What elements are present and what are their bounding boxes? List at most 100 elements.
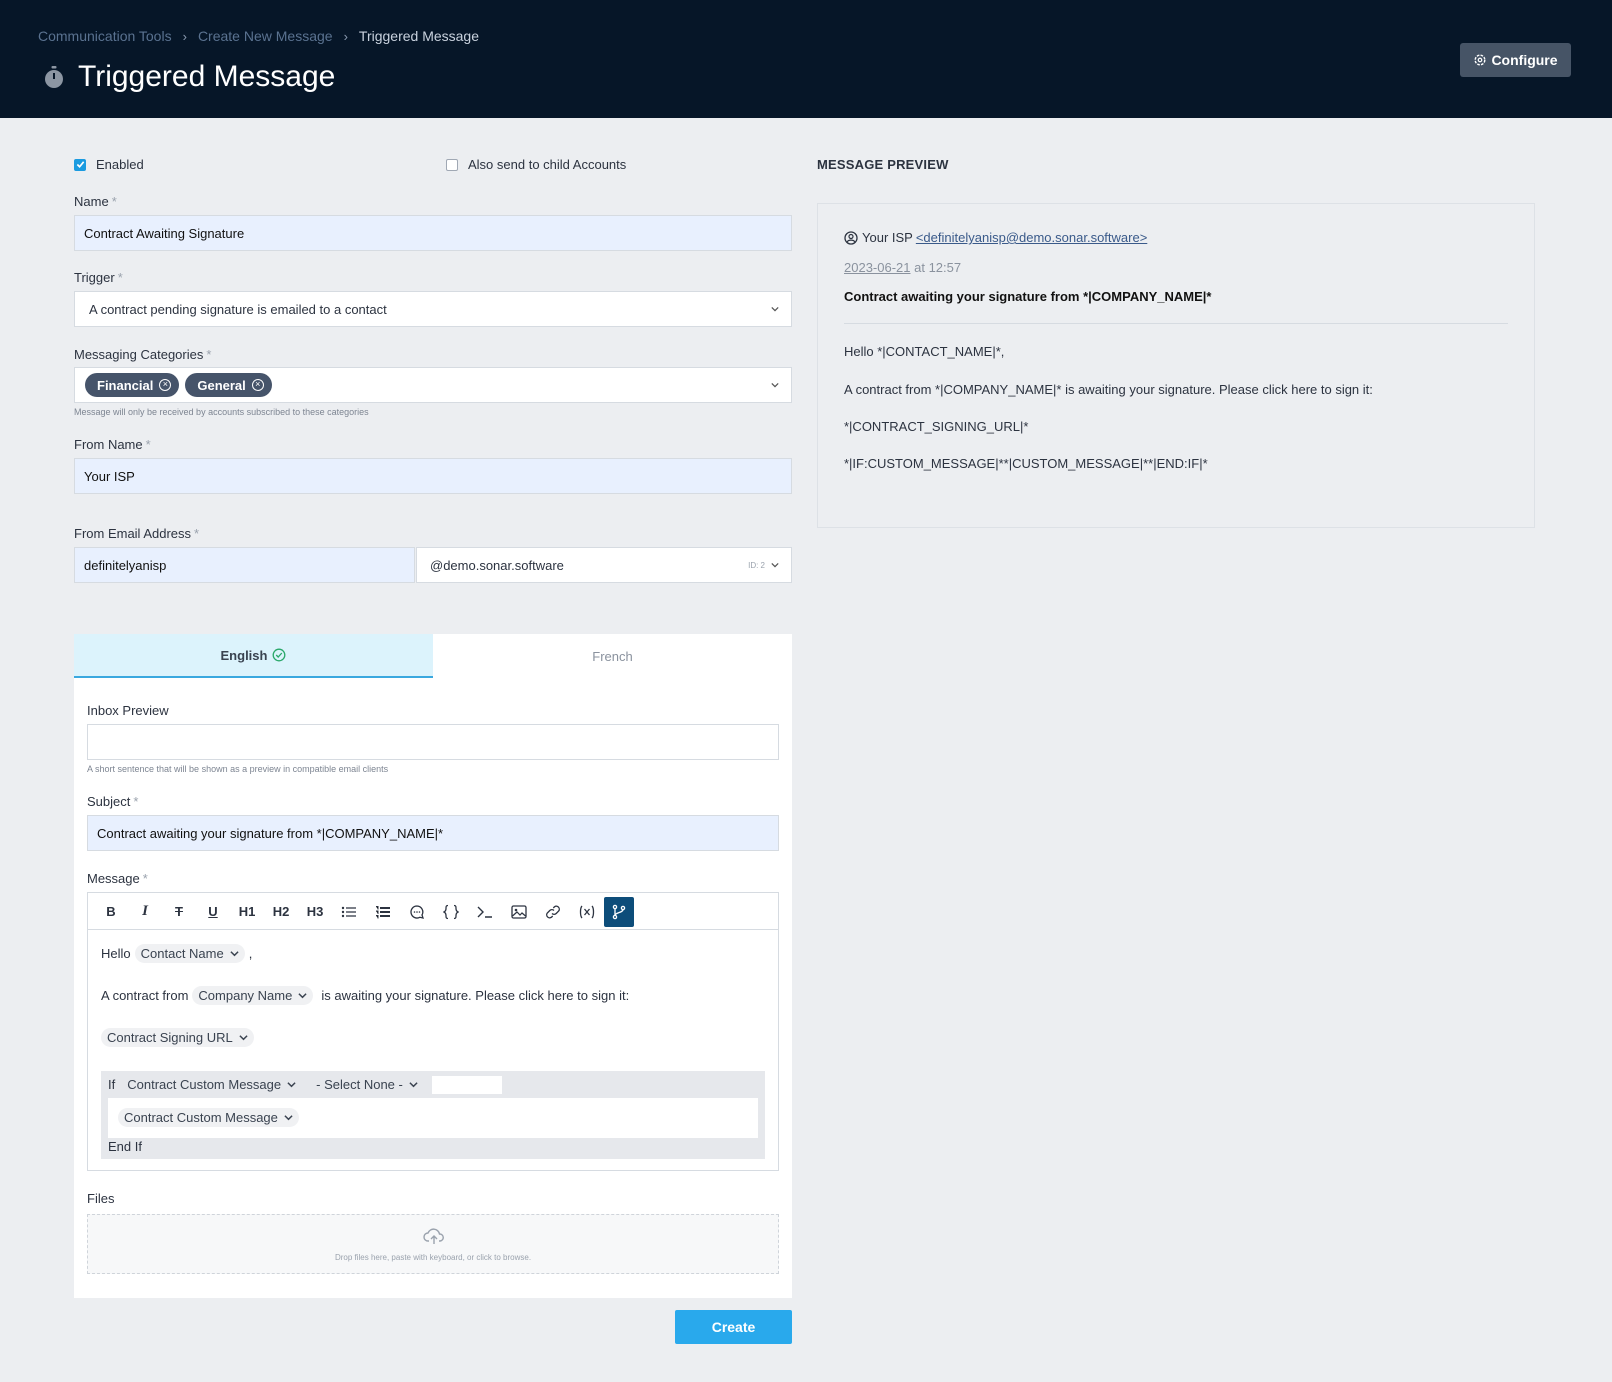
chevron-down-icon [771,562,779,568]
create-button[interactable]: Create [675,1310,792,1344]
custom-message-token[interactable]: Contract Custom Message [118,1108,299,1127]
contract-signing-url-token[interactable]: Contract Signing URL [101,1028,254,1047]
breadcrumb-link-create-new-message[interactable]: Create New Message [198,28,333,44]
link-button[interactable] [536,897,570,927]
from-email-local-input[interactable]: definitelyanisp [74,547,415,583]
close-icon[interactable]: × [159,379,172,391]
name-input[interactable]: Contract Awaiting Signature [74,215,792,251]
bullet-list-button[interactable] [332,897,366,927]
inline-code-button[interactable] [468,897,502,927]
domain-id-badge: ID: 2 [748,560,765,570]
child-accounts-label: Also send to child Accounts [468,157,627,172]
branch-icon [612,904,626,919]
ordered-list-icon [376,905,390,918]
file-dropzone[interactable]: Drop files here, paste with keyboard, or… [87,1214,779,1274]
trigger-select[interactable]: A contract pending signature is emailed … [74,291,792,327]
link-icon [546,905,560,918]
preview-from: Your ISP <definitelyanisp@demo.sonar.sof… [844,230,1147,245]
if-value-input[interactable] [431,1075,502,1094]
checkbox-unchecked [446,158,458,171]
inbox-preview-input[interactable] [87,724,779,760]
variable-icon [579,905,595,918]
from-email-domain-select[interactable]: @demo.sonar.software ID: 2 [416,547,792,583]
preview-datetime: 2023-06-21 at 12:57 [844,260,962,275]
preview-line: *|IF:CUSTOM_MESSAGE|**|CUSTOM_MESSAGE|**… [844,456,1208,471]
italic-button[interactable]: I [128,897,162,927]
enabled-checkbox[interactable]: Enabled [74,157,144,172]
enabled-label: Enabled [96,157,144,172]
if-variable-select[interactable]: Contract Custom Message [121,1075,302,1094]
contact-name-token[interactable]: Contact Name [134,944,245,963]
if-operator-select[interactable]: - Select None - [310,1075,424,1094]
company-name-token[interactable]: Company Name [192,986,314,1005]
chevron-down-icon [409,1082,418,1088]
preview-line: A contract from *|COMPANY_NAME|* is awai… [844,382,1373,397]
stopwatch-icon [42,65,66,89]
if-body[interactable]: Contract Custom Message [108,1098,758,1138]
trigger-label: Trigger * [74,270,123,285]
quote-button[interactable] [400,897,434,927]
chevron-down-icon [284,1115,293,1121]
subject-input[interactable]: Contract awaiting your signature from *|… [87,815,779,851]
breadcrumb-separator: › [343,28,348,44]
if-block: If Contract Custom Message - Select None… [101,1071,765,1159]
chevron-down-icon [239,1035,248,1041]
breadcrumb-link-communication-tools[interactable]: Communication Tools [38,28,172,44]
variable-button[interactable] [570,897,604,927]
chevron-down-icon [771,382,779,388]
tab-french[interactable]: French [433,634,792,678]
message-preview-panel: Your ISP <definitelyanisp@demo.sonar.sof… [817,203,1535,528]
underline-button[interactable]: U [196,897,230,927]
page-title-row: Triggered Message [42,60,335,94]
category-pill-general[interactable]: General × [185,373,272,397]
page-title: Triggered Message [78,60,336,93]
child-accounts-checkbox[interactable]: Also send to child Accounts [446,157,626,172]
subject-label: Subject * [87,794,139,809]
end-if-label: End If [108,1139,142,1154]
conditional-button[interactable] [604,896,634,927]
preview-line: Hello *|CONTACT_NAME|*, [844,344,1005,359]
category-pill-financial[interactable]: Financial × [85,373,180,397]
code-block-button[interactable] [434,897,468,927]
from-name-label: From Name * [74,437,151,452]
bold-button[interactable]: B [94,897,128,927]
heading1-button[interactable]: H1 [230,897,264,927]
message-label: Message * [87,871,148,886]
heading2-button[interactable]: H2 [264,897,298,927]
configure-button[interactable]: Configure [1460,43,1571,77]
user-circle-icon [844,230,858,245]
from-email-label: From Email Address * [74,526,200,541]
chevron-down-icon [287,1082,296,1088]
checkbox-checked [74,158,86,171]
from-name-input[interactable]: Your ISP [74,458,792,494]
preview-subject: Contract awaiting your signature from *|… [844,289,1212,304]
dropzone-help: Drop files here, paste with keyboard, or… [334,1253,532,1262]
editor-line: A contract from Company Name is awaiting… [101,986,630,1005]
name-label: Name * [74,194,117,209]
configure-label: Configure [1491,52,1558,68]
close-icon[interactable]: × [251,379,264,391]
gear-icon [1474,54,1486,66]
editor-toolbar: B I T U H1 H2 H3 [87,892,779,930]
breadcrumb: Communication Tools › Create New Message… [38,28,479,44]
preview-from-email[interactable]: <definitelyanisp@demo.sonar.software> [916,230,1147,245]
page-header: Communication Tools › Create New Message… [0,0,1612,118]
editor-line: Hello Contact Name , [101,944,253,963]
categories-label: Messaging Categories * [74,347,212,362]
message-preview-title: MESSAGE PREVIEW [817,157,949,172]
breadcrumb-current: Triggered Message [358,28,479,44]
terminal-icon [477,906,492,918]
chevron-down-icon [771,306,779,312]
editor-line: Contract Signing URL [97,1028,258,1047]
heading3-button[interactable]: H3 [298,897,332,927]
files-label: Files [87,1191,115,1206]
categories-select[interactable]: Financial × General × [74,367,792,403]
image-button[interactable] [502,897,536,927]
chevron-down-icon [230,951,239,957]
categories-help: Message will only be received by account… [74,407,369,417]
tab-english[interactable]: English [74,634,433,678]
strikethrough-button[interactable]: T [162,897,196,927]
breadcrumb-separator: › [182,28,187,44]
ordered-list-button[interactable] [366,897,400,927]
message-editor[interactable]: Hello Contact Name , A contract from Com… [87,929,779,1171]
